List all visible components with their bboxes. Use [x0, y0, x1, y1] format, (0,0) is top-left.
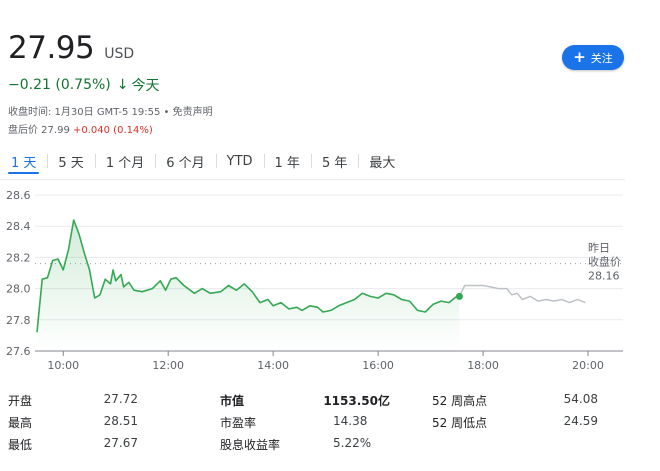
- stats-row: 最高 28.51 市盈率 14.38 52 周低点 24.59: [8, 414, 628, 434]
- tab-1d[interactable]: 1 天: [0, 146, 47, 176]
- last-price-dot: [455, 292, 463, 300]
- x-tick-label: 12:00: [152, 359, 184, 372]
- y-axis-labels: 28.6 28.4 28.2 28.0 27.8 27.6: [6, 189, 31, 358]
- x-axis: 10:00 12:00 14:00 16:00 18:00 20:00: [35, 350, 623, 372]
- after-hours-price: 盘后价 27.99 +0.040 (0.14%): [8, 121, 153, 136]
- y-tick-label: 28.6: [6, 189, 31, 202]
- stat-open-label: 开盘: [8, 394, 33, 408]
- y-tick-label: 28.4: [6, 220, 31, 233]
- prev-close-value: 28.16: [588, 270, 620, 283]
- close-time-disclaimer[interactable]: 收盘时间: 1月30日 GMT-5 19:55 • 免责声明: [8, 103, 213, 118]
- stats-row: 开盘 27.72 市值 1153.50亿 52 周高点 54.08: [8, 392, 628, 412]
- stock-price: 27.95: [8, 30, 95, 66]
- price-area-fill: [37, 220, 460, 351]
- price-chart[interactable]: 28.6 28.4 28.2 28.0 27.8 27.6 10:00 12:00 14:00…: [0, 180, 640, 375]
- stat-dividend-label: 股息收益率: [220, 438, 281, 452]
- tab-6m[interactable]: 6 个月: [155, 146, 215, 176]
- x-tick-label: 18:00: [467, 359, 499, 372]
- follow-label: 关注: [590, 51, 613, 65]
- tab-ytd[interactable]: YTD: [215, 146, 264, 176]
- follow-button[interactable]: + 关注: [562, 45, 624, 70]
- stat-low-label: 最低: [8, 438, 33, 452]
- y-tick-label: 27.6: [6, 345, 31, 358]
- stat-mktcap-value: 1153.50亿: [323, 394, 390, 408]
- stat-52w-high-value: 54.08: [563, 392, 598, 406]
- tab-1y[interactable]: 1 年: [263, 146, 311, 176]
- stat-pe-label: 市盈率: [220, 416, 257, 430]
- stat-52w-low-label: 52 周低点: [432, 416, 488, 430]
- y-tick-label: 27.8: [6, 314, 31, 327]
- y-tick-label: 28.0: [6, 283, 31, 296]
- stat-mktcap-label: 市值: [220, 394, 245, 408]
- tab-5d[interactable]: 5 天: [47, 146, 94, 176]
- stat-52w-low-value: 24.59: [563, 414, 598, 428]
- stat-dividend-value: 5.22%: [333, 436, 372, 450]
- stat-high-label: 最高: [8, 416, 33, 430]
- price-change: −0.21 (0.75%): [8, 77, 111, 93]
- price-change-row: −0.21 (0.75%) ↓ 今天: [8, 75, 160, 95]
- tab-1m[interactable]: 1 个月: [94, 146, 155, 176]
- after-hours-line: [458, 284, 586, 304]
- stat-52w-high-label: 52 周高点: [432, 394, 488, 408]
- stat-high-value: 28.51: [103, 414, 138, 428]
- y-tick-label: 28.2: [6, 251, 31, 264]
- plus-icon: +: [573, 48, 586, 66]
- x-tick-label: 14:00: [257, 359, 289, 372]
- stats-row: 最低 27.67 股息收益率 5.22%: [8, 436, 628, 456]
- tab-5y[interactable]: 5 年: [310, 146, 358, 176]
- currency-code: USD: [104, 46, 135, 62]
- down-arrow-icon: ↓: [116, 77, 129, 93]
- stat-open-value: 27.72: [103, 392, 138, 406]
- stat-low-value: 27.67: [103, 436, 138, 450]
- tab-max[interactable]: 最大: [358, 146, 406, 176]
- after-hours-change: +0.040 (0.14%): [73, 125, 153, 136]
- price-header: 27.95 USD: [8, 30, 134, 66]
- after-hours-label: 盘后价 27.99: [8, 125, 70, 136]
- x-tick-label: 20:00: [572, 359, 604, 372]
- stat-pe-value: 14.38: [333, 414, 368, 428]
- prev-close-label: 昨日: [588, 242, 610, 255]
- prev-close-label-2: 收盘价: [588, 255, 621, 269]
- x-tick-label: 10:00: [47, 359, 79, 372]
- change-period: 今天: [131, 78, 160, 94]
- x-tick-label: 16:00: [362, 359, 394, 372]
- range-tabs: 1 天 5 天 1 个月 6 个月 YTD 1 年 5 年 最大: [0, 146, 625, 176]
